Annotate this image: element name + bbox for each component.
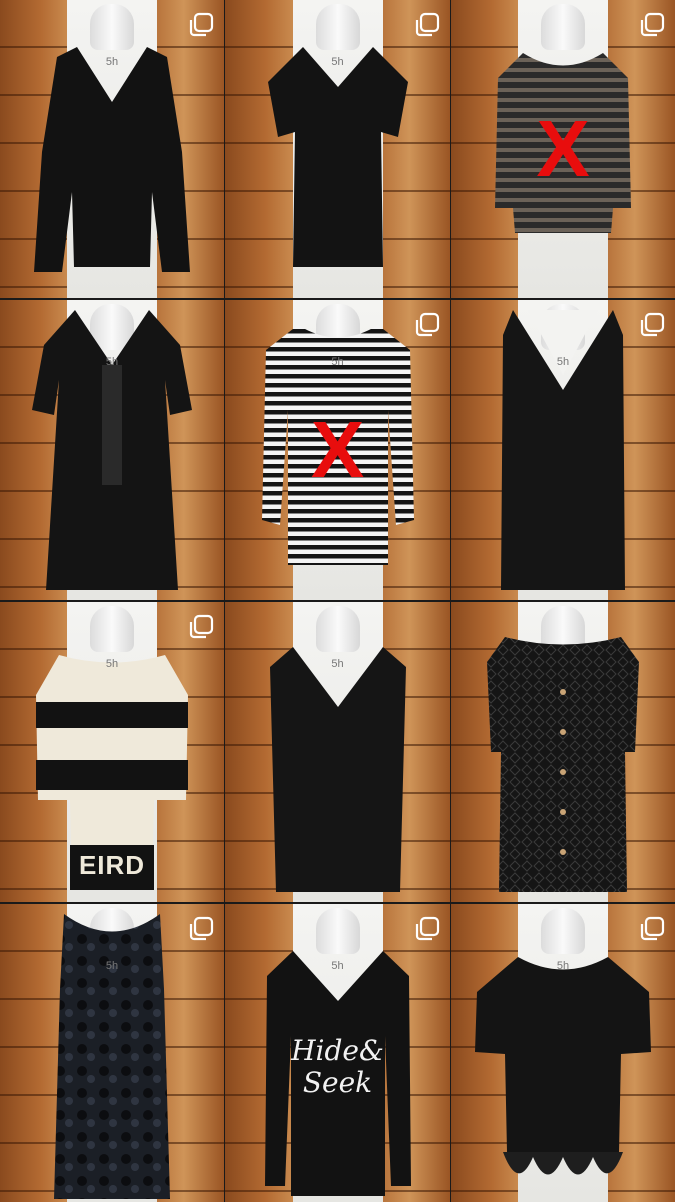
mannequin <box>541 4 585 50</box>
mannequin <box>541 908 585 954</box>
black-vneck-top-image <box>32 42 192 272</box>
velvet-slip-dress-image <box>52 909 172 1201</box>
size-label: 5h <box>331 356 344 368</box>
tee-print-line-2: Seek <box>302 1066 373 1099</box>
instagram-multi-select-icon[interactable] <box>188 12 214 38</box>
unavailable-x-mark: X <box>536 104 590 193</box>
tee-print-line-1: Hide& <box>291 1034 384 1067</box>
instagram-multi-select-icon[interactable] <box>414 916 440 942</box>
lace-cardigan-image <box>485 632 641 897</box>
knit-sweater-image: EIRD <box>34 650 190 900</box>
size-label: 5h <box>331 960 344 972</box>
instagram-multi-select-icon[interactable] <box>414 12 440 38</box>
unavailable-x-mark: X <box>310 405 365 494</box>
grid-item[interactable]: 5h <box>0 0 224 298</box>
grid-item[interactable]: EIRD 5h <box>0 602 224 902</box>
size-label: 5h <box>105 658 119 670</box>
size-label: 5h <box>331 56 344 68</box>
grid-item[interactable]: 5h <box>225 602 450 902</box>
instagram-multi-select-icon[interactable] <box>188 916 214 942</box>
size-label: 5h <box>105 356 119 368</box>
instagram-multi-select-icon[interactable] <box>639 12 665 38</box>
ruffle-top-image <box>473 952 653 1197</box>
grid-item[interactable]: X <box>451 0 675 298</box>
size-label: 5h <box>105 960 119 972</box>
size-label: 5h <box>105 56 119 68</box>
photo-grid: 5h 5h X 5h X 5h 5h EIRD 5h 5h 5h Hide& S… <box>0 0 675 1202</box>
grid-item[interactable]: X 5h <box>225 300 450 600</box>
black-tshirt-image <box>263 42 413 272</box>
instagram-multi-select-icon[interactable] <box>639 916 665 942</box>
sweater-print-text: EIRD <box>78 850 146 880</box>
grid-item[interactable]: 5h <box>225 0 450 298</box>
size-label: 5h <box>331 658 344 670</box>
pinafore-dress-image <box>493 305 633 597</box>
grid-item[interactable]: 5h <box>451 904 675 1202</box>
size-label: 5h <box>556 960 570 972</box>
grid-item[interactable]: 5h <box>451 300 675 600</box>
grid-item[interactable] <box>451 602 675 902</box>
grid-item[interactable]: Hide& Seek 5h <box>225 904 450 1202</box>
graphic-tee-image: Hide& Seek <box>263 946 413 1196</box>
instagram-multi-select-icon[interactable] <box>639 312 665 338</box>
instagram-multi-select-icon[interactable] <box>414 312 440 338</box>
long-vest-image <box>268 642 408 897</box>
black-dress-image <box>30 305 194 595</box>
grid-item[interactable]: 5h <box>0 904 224 1202</box>
mannequin <box>90 606 134 652</box>
size-label: 5h <box>556 356 570 368</box>
instagram-multi-select-icon[interactable] <box>188 614 214 640</box>
grid-item[interactable]: 5h <box>0 300 224 600</box>
